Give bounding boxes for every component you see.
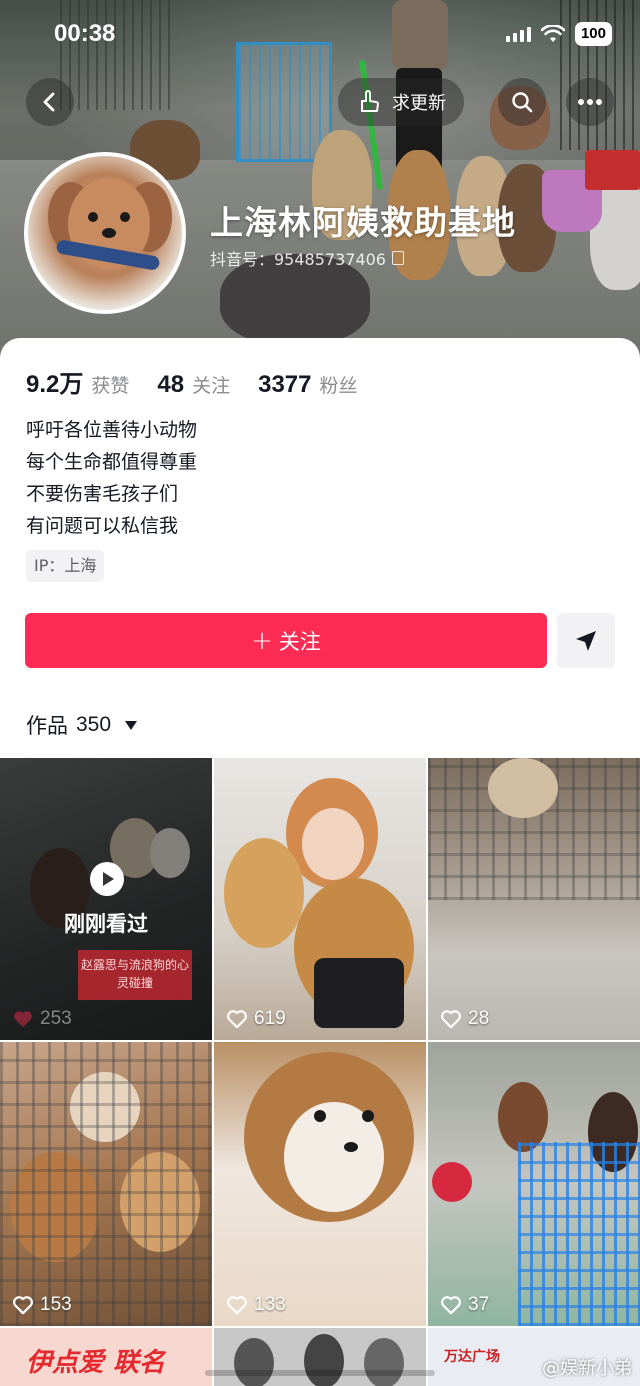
douyin-id-text: 抖音号：95485737406 — [210, 250, 386, 269]
stat-value: 48 — [157, 371, 185, 398]
more-options-button[interactable] — [566, 78, 614, 126]
send-message-button[interactable] — [557, 613, 615, 668]
video-likes-count: 619 — [254, 1008, 286, 1029]
bio-line: 不要伤害毛孩子们 — [26, 483, 179, 505]
home-indicator[interactable] — [205, 1370, 435, 1376]
follow-button[interactable]: + 关注 — [25, 613, 547, 668]
video-likes: 619 — [226, 1008, 286, 1030]
follow-label: 关注 — [278, 629, 321, 654]
request-update-button[interactable]: 求更新 — [338, 78, 464, 126]
recently-watched-label: 刚刚看过 — [64, 912, 148, 936]
stat-followers[interactable]: 3377 粉丝 — [258, 371, 357, 399]
caret-down-icon — [125, 720, 138, 730]
battery-icon: 100 — [574, 22, 612, 46]
request-update-label: 求更新 — [392, 93, 446, 114]
video-tile[interactable]: 153 — [0, 1042, 212, 1326]
stat-label: 获赞 — [91, 375, 130, 397]
play-icon — [90, 862, 124, 896]
video-tile[interactable]: 619 — [214, 758, 426, 1040]
video-likes-count: 253 — [40, 1008, 72, 1029]
stat-value: 9.2万 — [26, 371, 84, 398]
ip-location-tag: IP：上海 — [26, 550, 105, 582]
heart-icon — [227, 1296, 247, 1315]
heart-icon — [13, 1296, 33, 1315]
video-likes-count: 37 — [468, 1294, 490, 1315]
video-tile[interactable]: 133 — [214, 1042, 426, 1326]
video-tile[interactable]: 28 — [428, 758, 640, 1040]
plus-icon: + — [251, 625, 273, 656]
video-likes: 28 — [440, 1008, 489, 1030]
search-button[interactable] — [498, 78, 546, 126]
works-tab-label: 作品 — [26, 714, 68, 738]
works-count: 350 — [76, 713, 112, 736]
more-dots-icon — [578, 99, 602, 105]
weibo-watermark: @娱新小弟 — [542, 1354, 632, 1380]
heart-icon — [441, 1010, 461, 1029]
profile-stats: 9.2万 获赞 48 关注 3377 粉丝 — [26, 364, 358, 399]
video-likes-count: 153 — [40, 1294, 72, 1315]
video-tile[interactable]: 37 — [428, 1042, 640, 1326]
heart-icon — [441, 1296, 461, 1315]
stat-likes[interactable]: 9.2万 获赞 — [26, 364, 129, 399]
copy-icon[interactable] — [391, 251, 404, 265]
back-button[interactable] — [26, 78, 74, 126]
video-likes: 37 — [440, 1294, 489, 1316]
search-icon — [512, 92, 533, 113]
avatar[interactable] — [24, 152, 186, 314]
video-tile[interactable]: 万达广场 @娱新小弟 — [428, 1328, 640, 1386]
stat-label: 关注 — [192, 375, 231, 397]
bio-line: 有问题可以私信我 — [26, 515, 179, 537]
bio-line: 每个生命都值得尊重 — [26, 451, 198, 473]
pointing-hand-icon — [361, 90, 379, 112]
douyin-id[interactable]: 抖音号：95485737406 — [210, 246, 404, 270]
stat-following[interactable]: 48 关注 — [157, 371, 230, 399]
video-tile[interactable] — [214, 1328, 426, 1386]
video-thumb-text: 伊点爱 联名 — [26, 1348, 166, 1378]
paper-plane-icon — [576, 630, 596, 651]
status-bar: 00:38 100 — [0, 0, 640, 70]
wifi-icon — [540, 25, 565, 42]
chevron-left-icon — [43, 92, 55, 112]
profile-card: 9.2万 获赞 48 关注 3377 粉丝 呼吁各位善待小动物 每个生命都值得尊… — [0, 338, 640, 1386]
watermark-text: @娱新小弟 — [542, 1358, 632, 1379]
video-tile[interactable]: 刚刚看过 赵露思与流浪狗的心灵碰撞 253 — [0, 758, 212, 1040]
video-likes: 253 — [12, 1008, 72, 1030]
video-likes: 133 — [226, 1294, 286, 1316]
bio-line: 呼吁各位善待小动物 — [26, 419, 198, 441]
video-likes-count: 28 — [468, 1008, 490, 1029]
stat-label: 粉丝 — [319, 375, 358, 397]
works-tab[interactable]: 作品 350 — [26, 710, 138, 740]
video-likes: 153 — [12, 1294, 72, 1316]
cellular-signal-icon — [505, 26, 531, 42]
video-caption-banner: 赵露思与流浪狗的心灵碰撞 — [78, 950, 192, 1000]
profile-name: 上海林阿姨救助基地 — [210, 203, 516, 242]
video-tile[interactable]: 伊点爱 联名 — [0, 1328, 212, 1386]
status-time: 00:38 — [54, 20, 116, 47]
profile-bio: 呼吁各位善待小动物 每个生命都值得尊重 不要伤害毛孩子们 有问题可以私信我 — [26, 414, 197, 542]
video-likes-count: 133 — [254, 1294, 286, 1315]
video-thumb-text: 万达广场 — [444, 1349, 500, 1365]
heart-icon — [14, 1011, 32, 1028]
stat-value: 3377 — [258, 371, 312, 398]
heart-icon — [227, 1010, 247, 1029]
status-icons: 100 — [505, 22, 612, 46]
